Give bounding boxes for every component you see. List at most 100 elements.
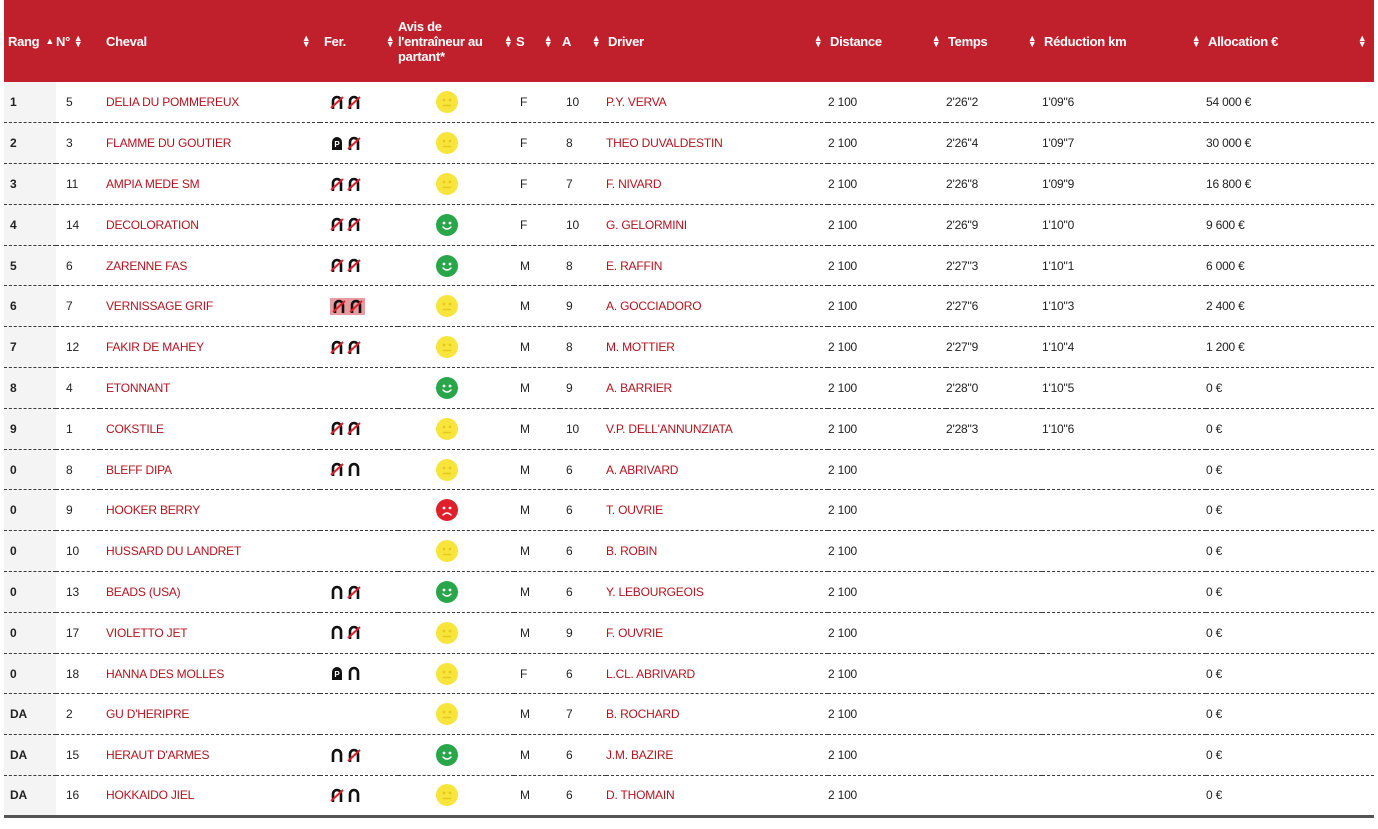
driver-link[interactable]: F. NIVARD bbox=[606, 164, 828, 205]
rang-cell: 8 bbox=[4, 367, 56, 409]
driver-link[interactable]: L.CL. ABRIVARD bbox=[606, 653, 828, 694]
horse-name-link[interactable]: HERAUT D'ARMES bbox=[100, 735, 320, 776]
col-distance-label: Distance bbox=[830, 33, 882, 49]
horseshoe-icon bbox=[331, 585, 343, 599]
table-row: 0 17 VIOLETTO JET M 9 F. OUVRIE 2 100 0 € bbox=[4, 612, 1374, 654]
driver-link[interactable]: THEO DUVALDESTIN bbox=[606, 123, 828, 164]
num-cell: 17 bbox=[66, 625, 79, 640]
horse-name-link[interactable]: FAKIR DE MAHEY bbox=[100, 327, 320, 368]
horse-name-link[interactable]: DELIA DU POMMEREUX bbox=[100, 82, 320, 123]
horse-name-link[interactable]: BEADS (USA) bbox=[100, 572, 320, 613]
fer-cell bbox=[320, 531, 398, 572]
temps-cell bbox=[946, 531, 1042, 572]
horse-name-link[interactable]: AMPIA MEDE SM bbox=[100, 164, 320, 205]
horseshoe-icon bbox=[331, 626, 343, 640]
shoeing-icons bbox=[330, 217, 361, 232]
driver-link[interactable]: D. THOMAIN bbox=[606, 776, 828, 817]
col-cheval[interactable]: Cheval ▲ ▼ bbox=[100, 0, 320, 82]
horse-name-link[interactable]: GU D'HERIPRE bbox=[100, 694, 320, 735]
happy-face-icon bbox=[436, 744, 458, 767]
reduction-cell bbox=[1042, 612, 1206, 653]
horse-name-link[interactable]: ZARENNE FAS bbox=[100, 245, 320, 286]
fer-cell bbox=[320, 327, 398, 368]
driver-link[interactable]: Y. LEBOURGEOIS bbox=[606, 572, 828, 613]
horse-name-link[interactable]: VERNISSAGE GRIF bbox=[100, 286, 320, 327]
horseshoe-removed-icon bbox=[330, 462, 344, 477]
age-cell: 6 bbox=[566, 748, 573, 763]
distance-cell: 2 100 bbox=[828, 380, 858, 395]
col-rang[interactable]: Rang ▲ bbox=[4, 0, 56, 82]
fer-cell bbox=[320, 776, 398, 817]
allocation-cell: 0 € bbox=[1206, 421, 1223, 436]
fer-cell: P bbox=[320, 653, 398, 694]
horseshoe-removed-icon bbox=[330, 218, 344, 232]
driver-link[interactable]: T. OUVRIE bbox=[606, 490, 828, 531]
driver-link[interactable]: B. ROBIN bbox=[606, 531, 828, 572]
col-fer[interactable]: Fer. ▲ ▼ bbox=[320, 0, 398, 82]
driver-link[interactable]: F. OUVRIE bbox=[606, 612, 828, 653]
allocation-cell: 0 € bbox=[1206, 625, 1223, 640]
driver-link[interactable]: E. RAFFIN bbox=[606, 245, 828, 286]
rang-cell: DA bbox=[4, 734, 56, 776]
num-cell: 1 bbox=[66, 421, 73, 436]
horse-name-link[interactable]: VIOLETTO JET bbox=[100, 612, 320, 653]
col-s[interactable]: S ▲ ▼ bbox=[514, 0, 560, 82]
allocation-cell: 1 200 € bbox=[1206, 340, 1245, 355]
fer-cell bbox=[320, 408, 398, 449]
col-driver[interactable]: Driver ▲ ▼ bbox=[606, 0, 828, 82]
sex-cell: M bbox=[520, 788, 530, 803]
allocation-cell: 30 000 € bbox=[1206, 136, 1252, 151]
col-reduction[interactable]: Réduction km ▲ ▼ bbox=[1042, 0, 1206, 82]
sex-cell: M bbox=[520, 707, 530, 722]
horse-name-link[interactable]: HOKKAIDO JIEL bbox=[100, 776, 320, 817]
horse-name-link[interactable]: BLEFF DIPA bbox=[100, 449, 320, 490]
horse-name-link[interactable]: HUSSARD DU LANDRET bbox=[100, 531, 320, 572]
col-num-label: N° bbox=[56, 33, 70, 49]
horse-name-link[interactable]: ETONNANT bbox=[100, 368, 320, 409]
driver-link[interactable]: B. ROCHARD bbox=[606, 694, 828, 735]
temps-cell: 2'26"2 bbox=[946, 95, 979, 110]
temps-cell: 2'27"3 bbox=[946, 258, 979, 273]
horse-name-link[interactable]: HANNA DES MOLLES bbox=[100, 653, 320, 694]
fer-cell bbox=[320, 204, 398, 245]
col-distance[interactable]: Distance ▲ ▼ bbox=[828, 0, 946, 82]
horse-name-link[interactable]: HOOKER BERRY bbox=[100, 490, 320, 531]
fer-cell bbox=[320, 612, 398, 653]
avis-cell bbox=[398, 490, 514, 531]
sort-icon: ▲ ▼ bbox=[1357, 33, 1367, 49]
driver-link[interactable]: M. MOTTIER bbox=[606, 327, 828, 368]
driver-link[interactable]: V.P. DELL'ANNUNZIATA bbox=[606, 408, 828, 449]
distance-cell: 2 100 bbox=[828, 666, 858, 681]
sex-cell: M bbox=[520, 299, 530, 314]
reduction-cell bbox=[1042, 735, 1206, 776]
sex-cell: F bbox=[520, 95, 528, 110]
allocation-cell: 0 € bbox=[1206, 462, 1223, 477]
driver-link[interactable]: A. ABRIVARD bbox=[606, 449, 828, 490]
neutral-face-icon bbox=[436, 91, 458, 114]
shoeing-icons bbox=[330, 340, 361, 355]
driver-link[interactable]: A. BARRIER bbox=[606, 368, 828, 409]
driver-link[interactable]: G. GELORMINI bbox=[606, 204, 828, 245]
col-allocation[interactable]: Allocation € ▲ ▼ bbox=[1206, 0, 1374, 82]
neutral-face-icon bbox=[436, 662, 458, 685]
driver-link[interactable]: J.M. BAZIRE bbox=[606, 735, 828, 776]
sort-icon: ▲ ▼ bbox=[813, 33, 823, 49]
col-s-label: S bbox=[516, 33, 525, 49]
neutral-face-icon bbox=[436, 172, 458, 195]
driver-link[interactable]: A. GOCCIADORO bbox=[606, 286, 828, 327]
driver-link[interactable]: P.Y. VERVA bbox=[606, 82, 828, 123]
horse-name-link[interactable]: COKSTILE bbox=[100, 408, 320, 449]
horse-name-link[interactable]: DECOLORATION bbox=[100, 204, 320, 245]
col-num[interactable]: N° ▲ ▼ bbox=[56, 0, 100, 82]
horseshoe-removed-icon bbox=[330, 258, 344, 273]
neutral-face-icon bbox=[436, 132, 458, 155]
fer-cell bbox=[320, 164, 398, 205]
col-a[interactable]: A ▲ ▼ bbox=[560, 0, 606, 82]
col-avis[interactable]: Avis de l'entraîneur au partant* ▲ ▼ bbox=[398, 0, 514, 82]
num-cell: 2 bbox=[66, 707, 73, 722]
horse-name-link[interactable]: FLAMME DU GOUTIER bbox=[100, 123, 320, 164]
table-header-row: Rang ▲ N° ▲ ▼ Cheval ▲ ▼ Fer. ▲ ▼ Avis de l'ent… bbox=[4, 0, 1374, 82]
shoeing-icons bbox=[330, 177, 361, 192]
col-temps[interactable]: Temps ▲ ▼ bbox=[946, 0, 1042, 82]
results-table: Rang ▲ N° ▲ ▼ Cheval ▲ ▼ Fer. ▲ ▼ Avis de l'ent… bbox=[4, 0, 1374, 818]
